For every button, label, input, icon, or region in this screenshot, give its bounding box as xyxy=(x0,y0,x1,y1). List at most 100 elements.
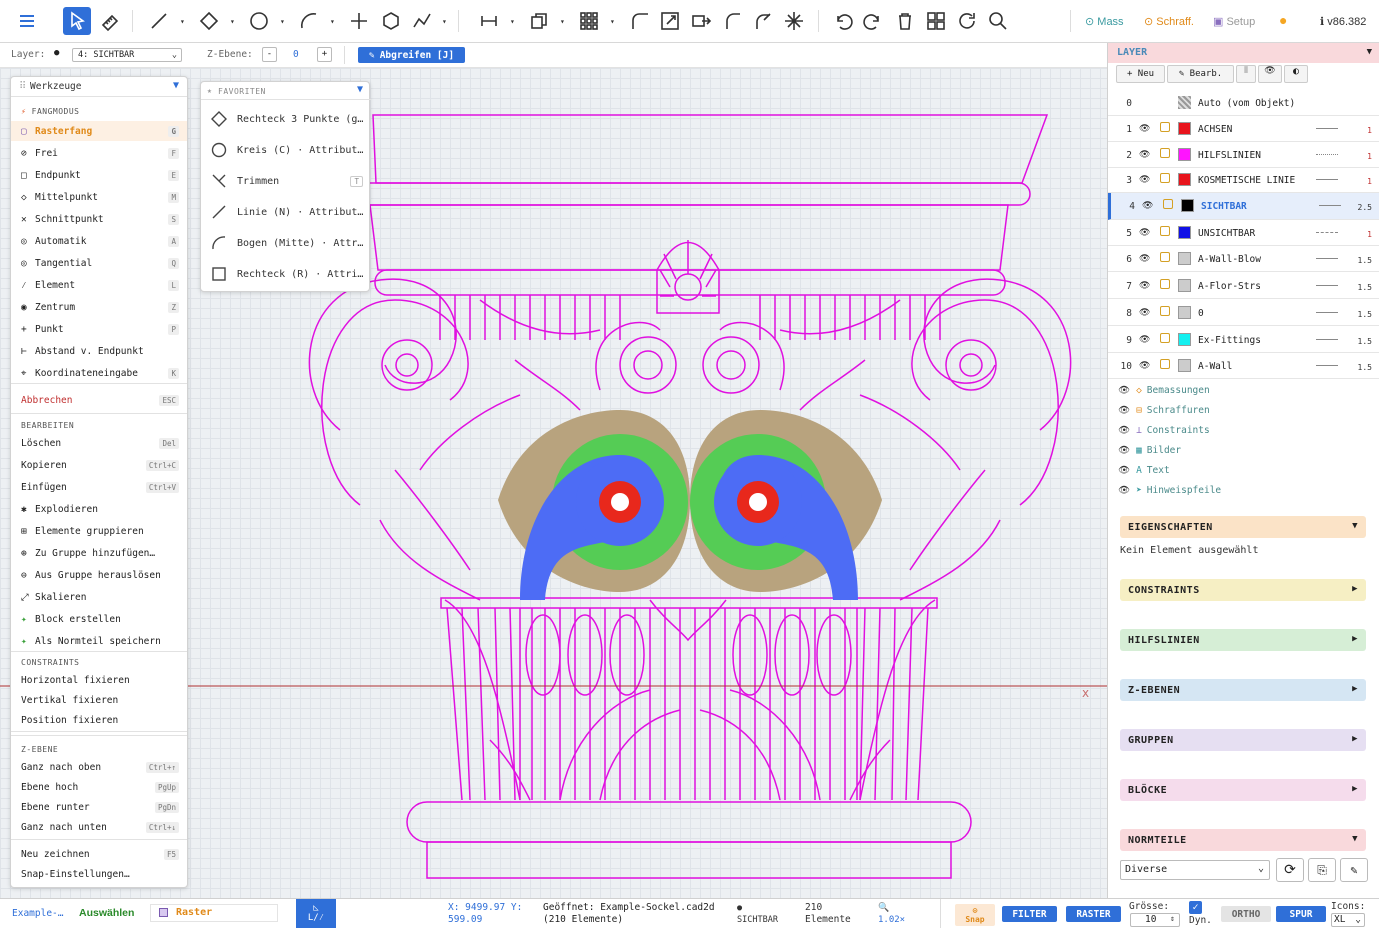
bloecke-section[interactable]: BLÖCKE ▶ xyxy=(1120,779,1366,801)
move-tool-icon[interactable] xyxy=(687,7,715,35)
eye-icon[interactable]: 👁 xyxy=(1139,335,1150,345)
lock-icon[interactable] xyxy=(1163,199,1173,209)
layer-row[interactable]: 7 👁 A-Flor-Strs 1.5 xyxy=(1108,273,1379,299)
raster-field[interactable]: Raster xyxy=(150,904,278,922)
lock-icon[interactable] xyxy=(1160,333,1170,343)
layer-row[interactable]: 10 👁 A-Wall 1.5 xyxy=(1108,353,1379,379)
eigenschaften-section[interactable]: EIGENSCHAFTEN ▼ xyxy=(1120,516,1366,538)
layer-row[interactable]: 8 👁 0 1.5 xyxy=(1108,300,1379,326)
snap-item[interactable]: + Punkt P xyxy=(11,319,187,339)
overlay-item[interactable]: 👁 ◇ Bemassungen xyxy=(1118,385,1210,396)
line-tool-icon[interactable] xyxy=(145,7,173,35)
copy-tool-icon[interactable] xyxy=(525,7,553,35)
delete-icon[interactable] xyxy=(891,7,919,35)
fillet-tool-icon[interactable] xyxy=(626,7,654,35)
edit-item[interactable]: ⤢ Skalieren xyxy=(11,587,187,607)
constraints-section[interactable]: CONSTRAINTS ▶ xyxy=(1120,579,1366,601)
layer-row-auto[interactable]: 0 Auto (vom Objekt) xyxy=(1108,90,1379,116)
point-tool-icon[interactable] xyxy=(345,7,373,35)
zoom-level[interactable]: 🔍 1.02× xyxy=(878,902,905,926)
chevron-down-icon[interactable]: ▾ xyxy=(230,17,238,26)
layer-row[interactable]: 9 👁 Ex-Fittings 1.5 xyxy=(1108,327,1379,353)
favorite-line[interactable]: Linie (N) · Attribut… xyxy=(201,197,371,227)
eye-icon[interactable]: 👁 xyxy=(1139,175,1150,185)
theme-sun-icon[interactable]: ● xyxy=(1279,12,1287,28)
layer-color-swatch[interactable] xyxy=(1178,148,1191,161)
edit-layer-button[interactable]: ✎ Bearb. xyxy=(1167,65,1234,83)
layer-color-swatch[interactable] xyxy=(1178,226,1191,239)
array-tool-icon[interactable] xyxy=(575,7,603,35)
eye-icon[interactable]: 👁 xyxy=(1139,124,1150,134)
reload-icon[interactable]: ⟳ xyxy=(1276,858,1304,882)
layer-row[interactable]: 6 👁 A-Wall-Blow 1.5 xyxy=(1108,246,1379,272)
layer-color-swatch[interactable] xyxy=(1178,279,1191,292)
snap-item[interactable]: ◎ Tangential Q xyxy=(11,253,187,273)
add-file-icon[interactable]: ⎘ xyxy=(1308,858,1336,882)
snap-item[interactable]: ⁄ Element L xyxy=(11,275,187,295)
undo-icon[interactable] xyxy=(830,7,858,35)
eye-icon[interactable]: 👁 xyxy=(1118,405,1130,416)
favorite-arc[interactable]: Bogen (Mitte) · Attr… xyxy=(201,228,371,258)
collapse-icon[interactable]: ▼ xyxy=(357,84,363,95)
layer-color-swatch[interactable] xyxy=(1178,306,1191,319)
layer-color-swatch[interactable] xyxy=(1178,122,1191,135)
edit-item[interactable]: ✦ Als Normteil speichern xyxy=(11,631,187,651)
gruppen-section[interactable]: GRUPPEN ▶ xyxy=(1120,729,1366,751)
eye-icon[interactable]: 👁 xyxy=(1118,485,1130,496)
lock-icon[interactable] xyxy=(1160,279,1170,289)
chevron-down-icon[interactable]: ▾ xyxy=(180,17,188,26)
neu-zeichnen-button[interactable]: Neu zeichnen F5 xyxy=(11,844,187,864)
edit-item[interactable]: ✱ Explodieren xyxy=(11,499,187,519)
zebene-item[interactable]: Ganz nach oben Ctrl+↑ xyxy=(11,757,187,777)
zebene-item[interactable]: Ebene runter PgDn xyxy=(11,797,187,817)
constraint-item[interactable]: Vertikal fixieren xyxy=(11,690,187,710)
raster-button[interactable]: RASTER xyxy=(1066,906,1121,922)
select-tool-icon[interactable] xyxy=(63,7,91,35)
eye-icon[interactable]: 👁 xyxy=(1118,445,1130,456)
overlay-item[interactable]: 👁 ➤ Hinweispfeile xyxy=(1118,485,1221,496)
search-icon[interactable] xyxy=(984,7,1012,35)
snap-settings-button[interactable]: Snap-Einstellungen… xyxy=(11,864,187,884)
scale-tool-icon[interactable] xyxy=(656,7,684,35)
abgreifen-button[interactable]: ✎ Abgreifen [J] xyxy=(358,47,465,63)
lock-icon[interactable] xyxy=(1160,173,1170,183)
new-layer-button[interactable]: + Neu xyxy=(1116,65,1165,83)
dyn-checkbox[interactable]: ✓ xyxy=(1189,901,1202,914)
favorite-trim[interactable]: Trimmen T xyxy=(201,166,371,196)
snap-item[interactable]: ◇ Mittelpunkt M xyxy=(11,187,187,207)
layer-color-swatch[interactable] xyxy=(1181,199,1194,212)
favorite-rect3p[interactable]: Rechteck 3 Punkte (g… xyxy=(201,104,371,134)
arc-tool-icon[interactable] xyxy=(295,7,323,35)
tools-panel-header[interactable]: ⠿ Werkzeuge ▼ xyxy=(11,77,187,97)
chevron-down-icon[interactable]: ▾ xyxy=(330,17,338,26)
extend-tool-icon[interactable] xyxy=(749,7,777,35)
spur-button[interactable]: SPUR xyxy=(1276,906,1326,922)
refresh-icon[interactable] xyxy=(953,7,981,35)
layer-select[interactable]: 4: SICHTBAR ⌄ xyxy=(72,48,182,62)
edit-item[interactable]: Einfügen Ctrl+V xyxy=(11,477,187,497)
overlay-item[interactable]: 👁 ⊥ Constraints xyxy=(1118,425,1210,436)
eye-icon[interactable]: 👁 xyxy=(1139,228,1150,238)
menu-icon[interactable] xyxy=(13,7,41,35)
mass-button[interactable]: ⊙ Mass xyxy=(1085,15,1124,28)
snap-item[interactable]: ✕ Schnittpunkt S xyxy=(11,209,187,229)
schraff-button[interactable]: ⊙ Schraff. xyxy=(1144,15,1194,28)
filter-button[interactable]: FILTER xyxy=(1002,906,1057,922)
lock-icon[interactable] xyxy=(1160,306,1170,316)
lock-icon[interactable] xyxy=(1160,148,1170,158)
ortho-mode-button[interactable]: ◺ L/⁄ xyxy=(296,899,336,928)
zebenen-section[interactable]: Z-EBENEN ▶ xyxy=(1120,679,1366,701)
collapse-icon[interactable]: ▼ xyxy=(1367,47,1372,57)
edit-item[interactable]: Kopieren Ctrl+C xyxy=(11,455,187,475)
edit-item[interactable]: Löschen Del xyxy=(11,433,187,453)
layer-section-header[interactable]: LAYER ▼ xyxy=(1108,43,1379,63)
layer-row[interactable]: 3 👁 KOSMETISCHE LINIE 1 xyxy=(1108,167,1379,193)
polyline-tool-icon[interactable] xyxy=(408,7,436,35)
z-minus-button[interactable]: - xyxy=(262,47,277,62)
lock-icon[interactable] xyxy=(1160,359,1170,369)
snap-item[interactable]: ▢ Rasterfang G xyxy=(11,121,187,141)
zebene-item[interactable]: Ganz nach unten Ctrl+↓ xyxy=(11,817,187,837)
normteile-select[interactable]: Diverse ⌄ xyxy=(1120,860,1270,880)
lock-icon[interactable] xyxy=(1160,252,1170,262)
layer-row[interactable]: 2 👁 HILFSLINIEN 1 xyxy=(1108,142,1379,168)
